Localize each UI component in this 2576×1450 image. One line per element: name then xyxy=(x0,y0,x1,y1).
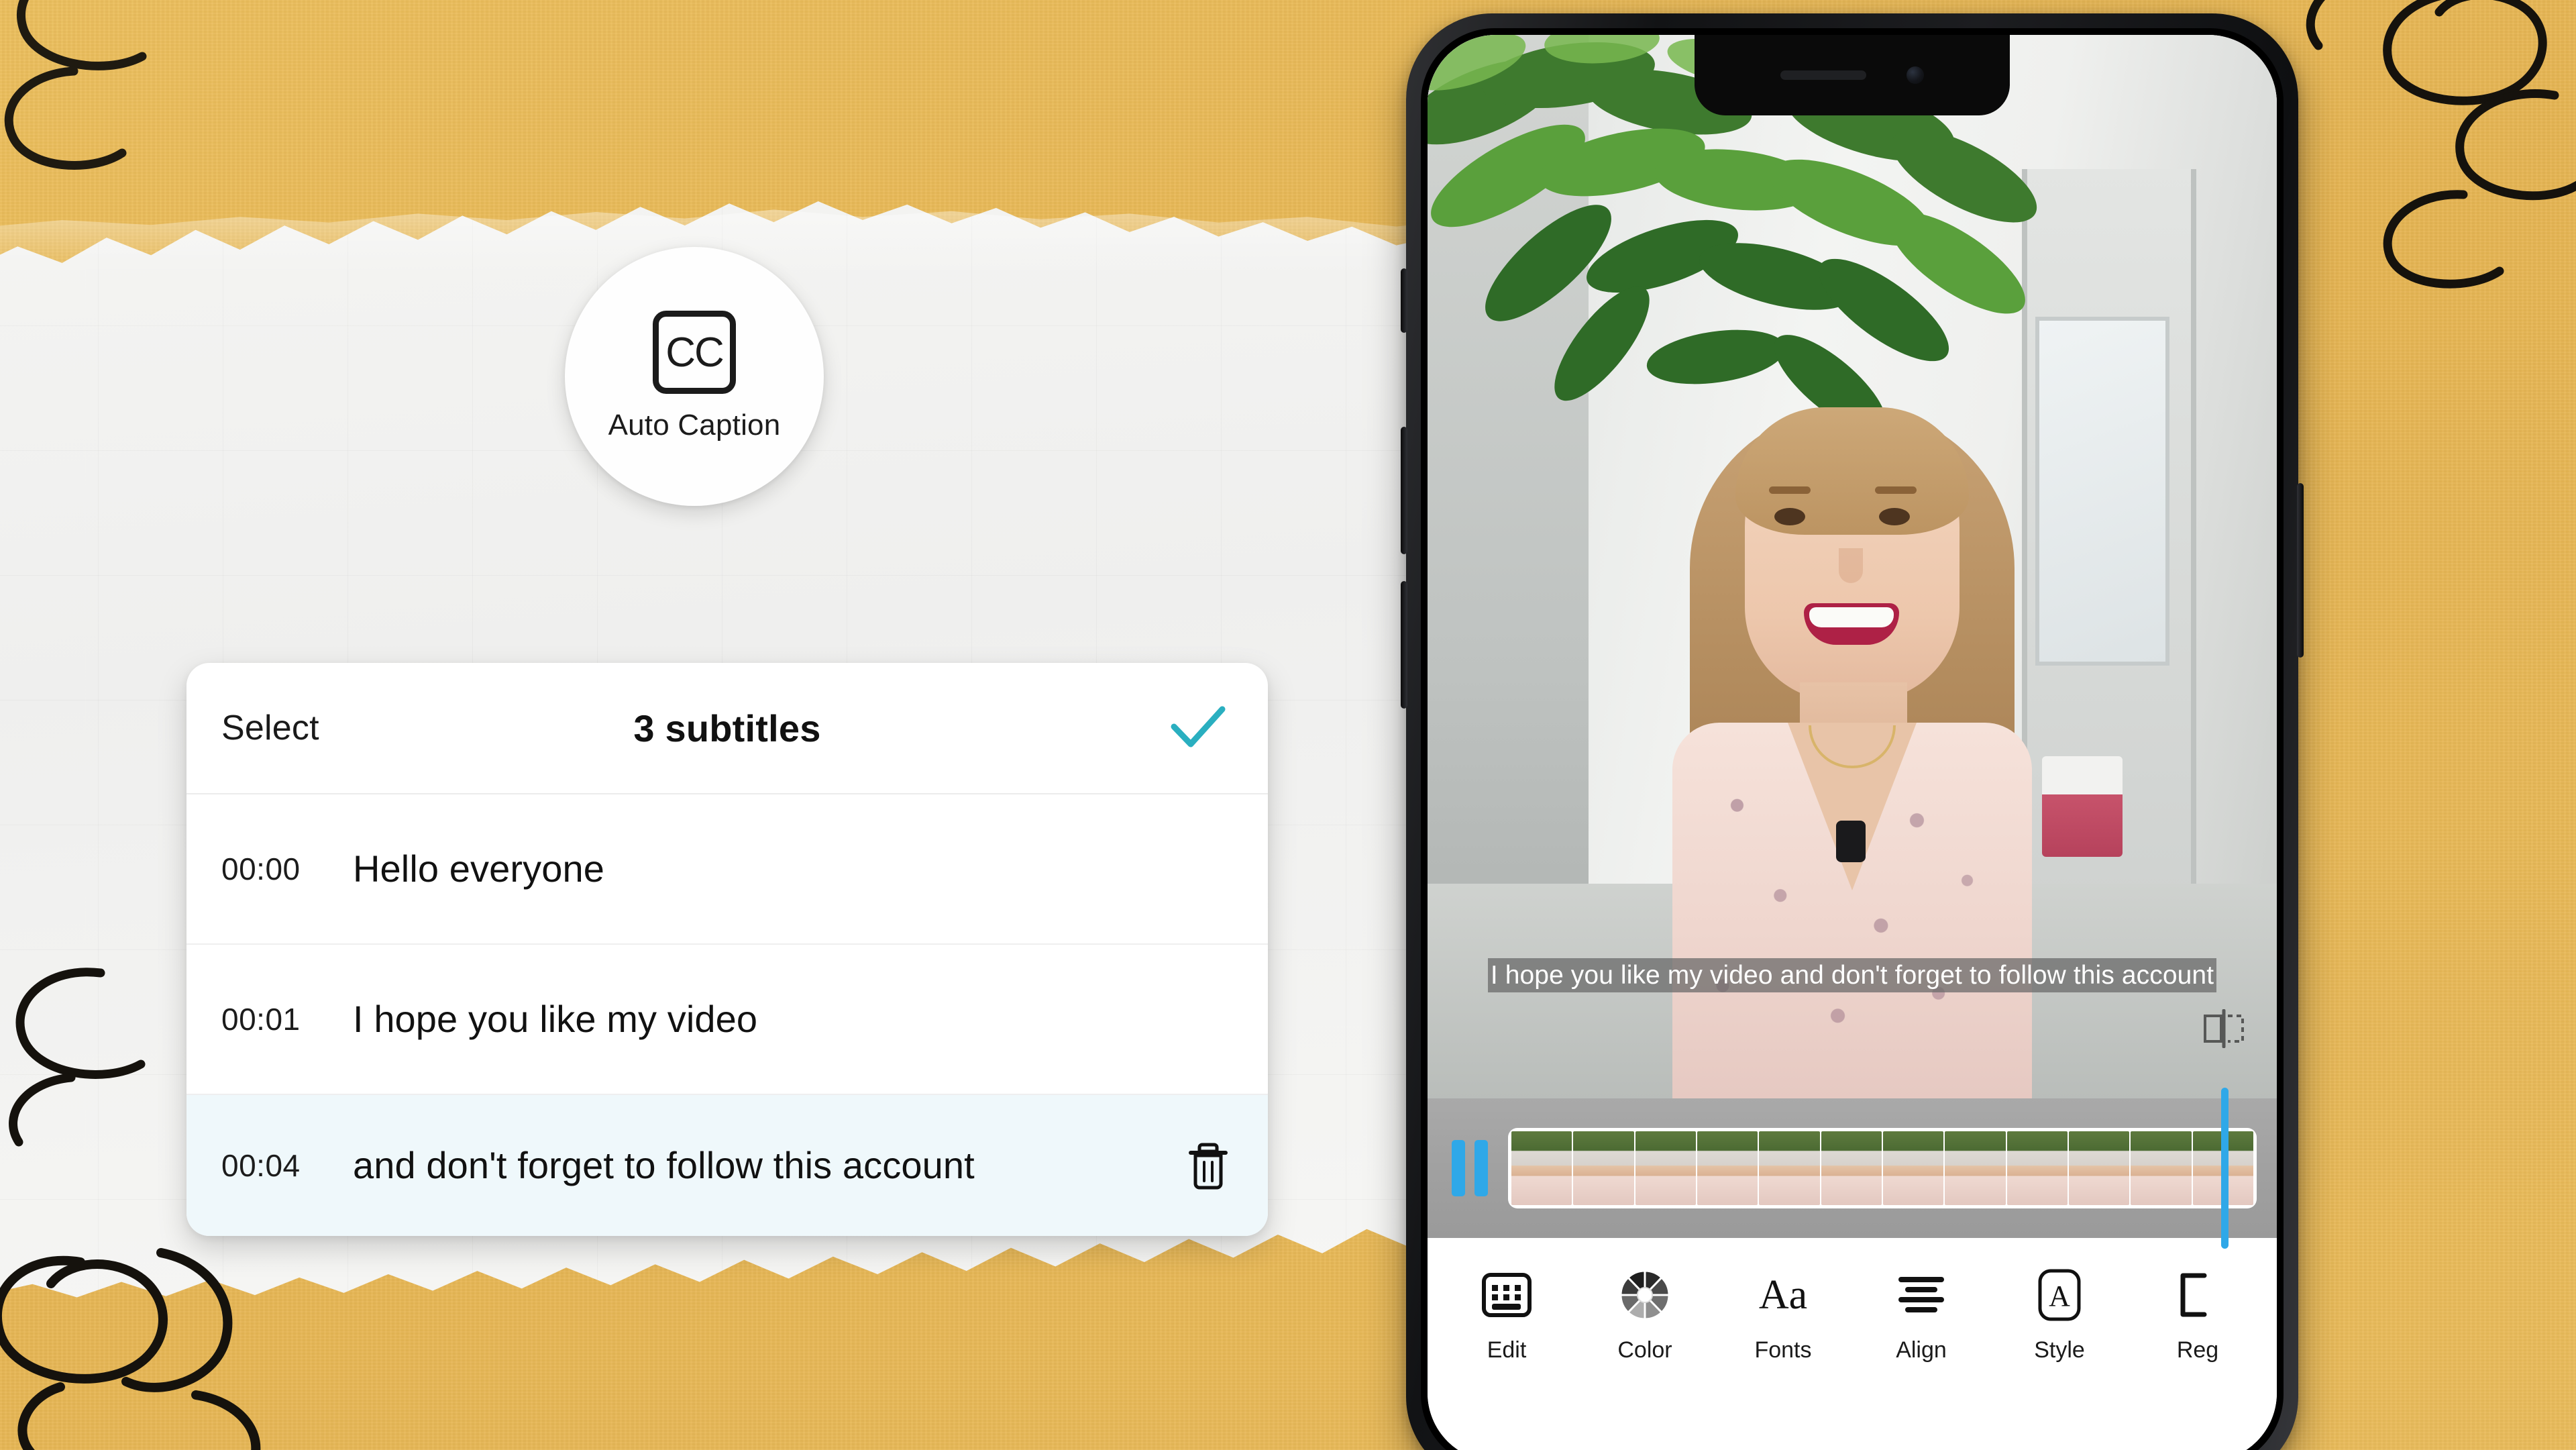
filmstrip-frame xyxy=(2068,1131,2130,1205)
toolbar-label: Color xyxy=(1617,1337,1672,1363)
filmstrip-track[interactable] xyxy=(1508,1128,2257,1208)
toolbar-item-style[interactable]: A Style xyxy=(2019,1267,2100,1363)
person-nose xyxy=(1839,548,1863,583)
flip-horizontal-button[interactable] xyxy=(2203,1008,2245,1051)
check-icon xyxy=(1171,706,1226,747)
font-size-icon: Aa xyxy=(1759,1267,1807,1323)
subtitle-timestamp: 00:04 xyxy=(221,1148,301,1183)
filmstrip-frame xyxy=(1882,1131,1944,1205)
pause-icon xyxy=(1474,1140,1488,1196)
phone-mockup: I hope you like my video and don't forge… xyxy=(1401,13,2304,1450)
toolbar-label: Align xyxy=(1896,1337,1947,1363)
filmstrip-frame xyxy=(1697,1131,1758,1205)
earpiece-speaker-icon xyxy=(1780,70,1866,80)
table-row[interactable]: 00:01 I hope you like my video xyxy=(186,945,1268,1095)
auto-caption-badge[interactable]: CC Auto Caption xyxy=(565,247,824,506)
phone-bezel: I hope you like my video and don't forge… xyxy=(1421,28,2284,1450)
phone-mute-switch[interactable] xyxy=(1401,268,1407,333)
phone-volume-up-button[interactable] xyxy=(1401,427,1407,554)
phone-notch xyxy=(1695,35,2010,115)
toolbar-item-region[interactable]: Reg xyxy=(2157,1267,2238,1363)
color-wheel-icon xyxy=(1619,1267,1671,1323)
person-eye-right xyxy=(1879,508,1910,525)
video-preview[interactable]: I hope you like my video and don't forge… xyxy=(1428,35,2277,1098)
flip-horizontal-icon xyxy=(2204,1008,2244,1049)
person-mouth xyxy=(1804,603,1899,645)
phone-screen: I hope you like my video and don't forge… xyxy=(1428,35,2277,1450)
font-size-glyph: Aa xyxy=(1758,1272,1808,1318)
toolbar-item-color[interactable]: Color xyxy=(1605,1267,1685,1363)
front-camera-icon xyxy=(1907,66,1924,84)
svg-text:A: A xyxy=(2049,1280,2070,1312)
filmstrip-frame xyxy=(2006,1131,2068,1205)
pause-button[interactable] xyxy=(1452,1140,1488,1196)
person-teeth xyxy=(1809,607,1894,627)
video-caption-overlay[interactable]: I hope you like my video and don't forge… xyxy=(1487,959,2217,992)
select-button[interactable]: Select xyxy=(221,708,319,748)
person-eye-left xyxy=(1774,508,1805,525)
phone-volume-down-button[interactable] xyxy=(1401,581,1407,709)
pause-icon xyxy=(1452,1140,1465,1196)
trash-icon xyxy=(1189,1143,1228,1190)
video-caption-text: I hope you like my video and don't forge… xyxy=(1490,961,2214,990)
phone-power-button[interactable] xyxy=(2297,483,2304,658)
subtitle-text[interactable]: and don't forget to follow this account xyxy=(353,1141,1186,1190)
delete-subtitle-button[interactable] xyxy=(1186,1139,1230,1192)
confirm-button[interactable] xyxy=(1170,705,1226,751)
playhead-icon[interactable] xyxy=(2221,1088,2229,1249)
table-row[interactable]: 00:04 and don't forget to follow this ac… xyxy=(186,1095,1268,1236)
person-floral-dress xyxy=(1672,723,2032,1098)
cc-icon: CC xyxy=(653,311,736,394)
toolbar-label: Reg xyxy=(2176,1337,2219,1363)
filmstrip-frame xyxy=(1573,1131,1634,1205)
subtitle-panel-header: Select 3 subtitles xyxy=(186,663,1268,794)
toolbar-label: Fonts xyxy=(1754,1337,1812,1363)
subtitle-text[interactable]: Hello everyone xyxy=(353,845,1230,894)
lapel-microphone xyxy=(1836,821,1866,862)
filmstrip-frame xyxy=(1945,1131,2006,1205)
filmstrip-frame xyxy=(1511,1131,1572,1205)
filmstrip-frame xyxy=(1821,1131,1882,1205)
toolbar-item-edit[interactable]: Edit xyxy=(1466,1267,1547,1363)
filmstrip-frame xyxy=(1635,1131,1696,1205)
toolbar-item-align[interactable]: Align xyxy=(1881,1267,1962,1363)
keyboard-icon xyxy=(1481,1267,1532,1323)
filmstrip-frame xyxy=(1759,1131,1820,1205)
auto-caption-label: Auto Caption xyxy=(608,409,781,442)
video-timeline[interactable] xyxy=(1428,1088,2277,1249)
person-hair-front xyxy=(1735,407,1969,535)
subtitle-text[interactable]: I hope you like my video xyxy=(353,995,1230,1044)
editor-toolbar: Edit Color Aa Fonts Align A Style Reg xyxy=(1428,1238,2277,1450)
region-icon xyxy=(2178,1267,2218,1323)
toolbar-label: Edit xyxy=(1487,1337,1527,1363)
text-style-icon: A xyxy=(2037,1267,2082,1323)
person-eyebrow-right xyxy=(1875,486,1917,494)
subtitle-timestamp: 00:01 xyxy=(221,1002,301,1037)
subtitle-list-panel: Select 3 subtitles 00:00 Hello everyone … xyxy=(186,663,1268,1236)
filmstrip-frame xyxy=(2131,1131,2192,1205)
toolbar-item-fonts[interactable]: Aa Fonts xyxy=(1743,1267,1823,1363)
person-eyebrow-left xyxy=(1769,486,1811,494)
toolbar-label: Style xyxy=(2034,1337,2085,1363)
align-center-icon xyxy=(1897,1267,1945,1323)
table-row[interactable]: 00:00 Hello everyone xyxy=(186,794,1268,945)
subtitle-count-title: 3 subtitles xyxy=(633,707,821,749)
subtitle-timestamp: 00:00 xyxy=(221,851,301,886)
